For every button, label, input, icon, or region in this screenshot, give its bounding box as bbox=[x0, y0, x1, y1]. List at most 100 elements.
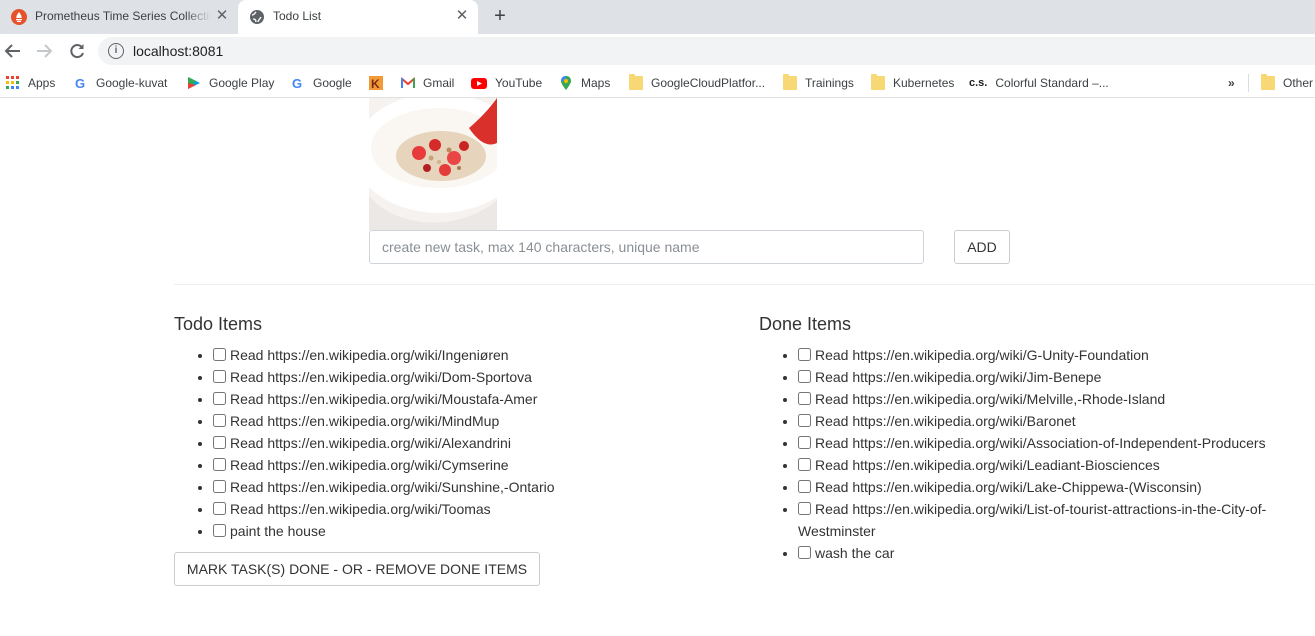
bookmark-folder-other[interactable]: Other bbox=[1261, 74, 1313, 91]
done-item-checkbox[interactable] bbox=[798, 480, 811, 493]
todo-item-label: Read https://en.wikipedia.org/wiki/Cymse… bbox=[230, 457, 509, 473]
bookmark-apps[interactable]: Apps bbox=[6, 75, 55, 91]
done-item-checkbox[interactable] bbox=[798, 370, 811, 383]
todo-item-checkbox[interactable] bbox=[213, 414, 226, 427]
done-item: Read https://en.wikipedia.org/wiki/G-Uni… bbox=[798, 344, 1299, 366]
tab-strip: Prometheus Time Series Collection ✕ Todo… bbox=[0, 0, 1315, 34]
done-item-label: Read https://en.wikipedia.org/wiki/Assoc… bbox=[815, 435, 1266, 451]
globe-icon bbox=[250, 10, 264, 24]
bookmark-folder-gcp[interactable]: GoogleCloudPlatfor... bbox=[629, 74, 765, 91]
done-item: Read https://en.wikipedia.org/wiki/Melvi… bbox=[798, 388, 1299, 410]
done-item-checkbox[interactable] bbox=[798, 348, 811, 361]
todo-item-checkbox[interactable] bbox=[213, 392, 226, 405]
todo-item: paint the house bbox=[213, 520, 734, 542]
bookmark-google-kuvat[interactable]: G Google-kuvat bbox=[74, 75, 167, 91]
done-item-label: Read https://en.wikipedia.org/wiki/Lake-… bbox=[815, 479, 1202, 495]
done-item-label: Read https://en.wikipedia.org/wiki/Jim-B… bbox=[815, 369, 1102, 385]
google-play-icon bbox=[188, 77, 200, 89]
done-item-label: wash the car bbox=[815, 545, 895, 561]
bookmark-label: Maps bbox=[581, 76, 611, 90]
bookmark-folder-kubernetes[interactable]: Kubernetes bbox=[871, 74, 955, 91]
reload-button[interactable] bbox=[66, 40, 88, 62]
todo-heading: Todo Items bbox=[174, 314, 263, 334]
todo-item-checkbox[interactable] bbox=[213, 348, 226, 361]
done-item-checkbox[interactable] bbox=[798, 414, 811, 427]
back-button[interactable] bbox=[2, 40, 24, 62]
tab-prometheus[interactable]: Prometheus Time Series Collection ✕ bbox=[0, 0, 238, 34]
new-task-input[interactable] bbox=[369, 230, 924, 264]
section-divider bbox=[174, 284, 1315, 285]
bookmark-label: Kubernetes bbox=[893, 76, 955, 90]
new-tab-button[interactable]: + bbox=[489, 5, 511, 27]
done-item: Read https://en.wikipedia.org/wiki/Jim-B… bbox=[798, 366, 1299, 388]
todo-list: Read https://en.wikipedia.org/wiki/Ingen… bbox=[174, 344, 734, 542]
url-text: localhost:8081 bbox=[133, 43, 224, 59]
todo-item-checkbox[interactable] bbox=[213, 458, 226, 471]
todo-item: Read https://en.wikipedia.org/wiki/Cymse… bbox=[213, 454, 734, 476]
todo-item: Read https://en.wikipedia.org/wiki/Dom-S… bbox=[213, 366, 734, 388]
done-section: Done Items Read https://en.wikipedia.org… bbox=[759, 312, 1299, 564]
done-item-checkbox[interactable] bbox=[798, 546, 811, 559]
bookmark-label: Google bbox=[313, 76, 352, 90]
address-bar[interactable]: i localhost:8081 bbox=[98, 37, 1315, 65]
done-item: Read https://en.wikipedia.org/wiki/Baron… bbox=[798, 410, 1299, 432]
site-info-icon[interactable]: i bbox=[108, 43, 124, 59]
todo-item: Read https://en.wikipedia.org/wiki/Sunsh… bbox=[213, 476, 734, 498]
done-item: Read https://en.wikipedia.org/wiki/Leadi… bbox=[798, 454, 1299, 476]
todo-item-checkbox[interactable] bbox=[213, 436, 226, 449]
todo-item: Read https://en.wikipedia.org/wiki/Tooma… bbox=[213, 498, 734, 520]
done-item-label: Read https://en.wikipedia.org/wiki/Leadi… bbox=[815, 457, 1160, 473]
done-item-checkbox[interactable] bbox=[798, 502, 811, 515]
todo-item: Read https://en.wikipedia.org/wiki/MindM… bbox=[213, 410, 734, 432]
bookmark-google-play[interactable]: Google Play bbox=[187, 75, 274, 91]
k-icon: K bbox=[369, 76, 383, 90]
bookmarks-bar: Apps G Google-kuvat Google Play G Google… bbox=[0, 68, 1315, 98]
bookmark-youtube[interactable]: YouTube bbox=[471, 75, 542, 91]
close-tab-icon[interactable]: ✕ bbox=[454, 8, 470, 24]
done-item-checkbox[interactable] bbox=[798, 458, 811, 471]
done-item: Read https://en.wikipedia.org/wiki/List-… bbox=[798, 498, 1299, 542]
bookmark-label: Google Play bbox=[209, 76, 275, 90]
youtube-icon bbox=[471, 78, 487, 89]
tab-todo-list[interactable]: Todo List ✕ bbox=[238, 0, 478, 34]
todo-item-checkbox[interactable] bbox=[213, 370, 226, 383]
todo-item: Read https://en.wikipedia.org/wiki/Alexa… bbox=[213, 432, 734, 454]
folder-icon bbox=[783, 74, 797, 90]
bookmark-label: Gmail bbox=[423, 76, 455, 90]
mark-done-remove-button[interactable]: MARK TASK(S) DONE - OR - REMOVE DONE ITE… bbox=[174, 552, 540, 586]
done-item-checkbox[interactable] bbox=[798, 436, 811, 449]
done-item-label: Read https://en.wikipedia.org/wiki/Baron… bbox=[815, 413, 1076, 429]
todo-item-checkbox[interactable] bbox=[213, 524, 226, 537]
bookmark-label: YouTube bbox=[495, 76, 543, 90]
done-heading: Done Items bbox=[759, 314, 852, 334]
bookmark-k[interactable]: K bbox=[369, 75, 391, 91]
todo-item-checkbox[interactable] bbox=[213, 502, 226, 515]
yogurt-bowl-image bbox=[369, 98, 497, 230]
todo-item-label: Read https://en.wikipedia.org/wiki/Alexa… bbox=[230, 435, 511, 451]
done-list: Read https://en.wikipedia.org/wiki/G-Uni… bbox=[759, 344, 1299, 564]
todo-item-checkbox[interactable] bbox=[213, 480, 226, 493]
todo-item-label: paint the house bbox=[230, 523, 326, 539]
add-task-button[interactable]: ADD bbox=[954, 230, 1010, 264]
google-icon: G bbox=[75, 76, 85, 90]
maps-icon bbox=[561, 76, 571, 90]
browser-toolbar: i localhost:8081 bbox=[0, 34, 1315, 68]
bookmarks-overflow-button[interactable]: » bbox=[1228, 75, 1235, 91]
folder-icon bbox=[1261, 74, 1275, 90]
bookmark-maps[interactable]: Maps bbox=[559, 75, 610, 91]
bookmark-gmail[interactable]: Gmail bbox=[401, 75, 454, 91]
close-tab-icon[interactable]: ✕ bbox=[214, 8, 230, 24]
apps-grid-icon bbox=[6, 76, 19, 89]
reload-icon bbox=[70, 44, 84, 59]
bookmark-colorful-standard[interactable]: c.s. Colorful Standard –... bbox=[969, 75, 1109, 91]
done-item-checkbox[interactable] bbox=[798, 392, 811, 405]
done-item: wash the car bbox=[798, 542, 1299, 564]
done-item: Read https://en.wikipedia.org/wiki/Assoc… bbox=[798, 432, 1299, 454]
bookmark-folder-trainings[interactable]: Trainings bbox=[783, 74, 854, 91]
tab-title: Prometheus Time Series Collection bbox=[35, 9, 211, 23]
bookmarks-divider bbox=[1248, 74, 1249, 92]
forward-button[interactable] bbox=[33, 40, 55, 62]
hero-image bbox=[369, 98, 497, 230]
bookmark-label: Trainings bbox=[805, 76, 854, 90]
bookmark-google[interactable]: G Google bbox=[291, 75, 352, 91]
